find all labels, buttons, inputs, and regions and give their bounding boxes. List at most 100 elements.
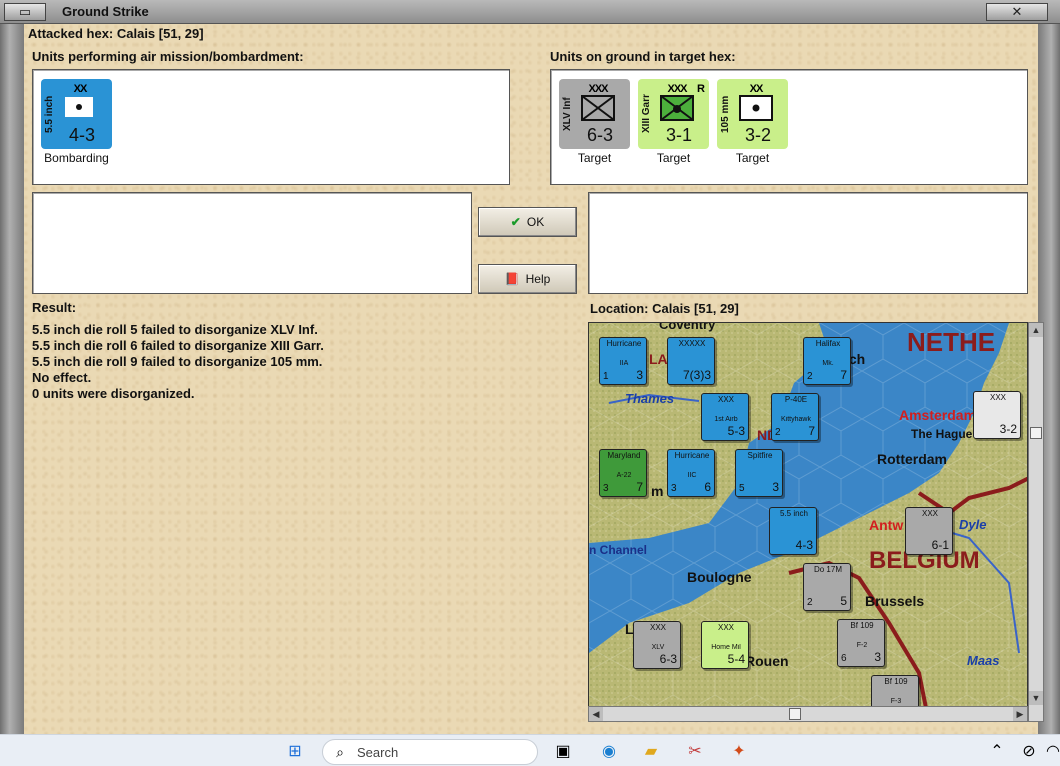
network-icon[interactable]: ⊘: [1018, 741, 1040, 763]
result-line: 5.5 inch die roll 9 failed to disorganiz…: [32, 354, 323, 369]
unit-tag: R: [697, 83, 705, 95]
horizontal-scroll-thumb[interactable]: [789, 708, 801, 720]
map-vertical-scrollbar[interactable]: ▲ ▼: [1028, 322, 1044, 722]
counter-top: XXX: [989, 393, 1006, 402]
counter-top: XXX: [649, 623, 666, 632]
counter-sub: Home Mil: [711, 644, 741, 651]
map-view[interactable]: NETHE Amsterdam The Hague Rotterdam Tham…: [588, 322, 1028, 722]
map-label-coventry: Coventry: [659, 322, 716, 332]
result-line: No effect.: [32, 370, 92, 385]
dutch-counter[interactable]: XXX 3-2: [973, 391, 1021, 439]
result-line: 0 units were disorganized.: [32, 386, 195, 401]
counter-sub: F-2: [856, 642, 868, 649]
counter-br: 3-2: [999, 422, 1017, 436]
do17-counter[interactable]: Do 17M 2 5: [803, 563, 851, 611]
wifi-icon[interactable]: ◠: [1042, 741, 1060, 763]
infantry-icon: [581, 95, 615, 121]
scroll-left-icon[interactable]: ◀: [589, 707, 603, 721]
map-label-rotterdam: Rotterdam: [877, 451, 948, 467]
unit-values: 6-3: [586, 125, 613, 145]
unit-values: 3-1: [665, 125, 692, 145]
taskbar: ⊞ ⌕ Search ▣ ◉ ▰ ✂ ✦ ⌃ ⊘ ◠: [0, 734, 1060, 766]
maryland-counter[interactable]: Maryland A-22 3 7: [599, 449, 647, 497]
bombard-counter[interactable]: 5.5 inch 4-3: [769, 507, 817, 555]
windows-start-icon[interactable]: ⊞: [284, 741, 306, 763]
title-bar[interactable]: ▭ Ground Strike ✕: [0, 0, 1060, 24]
army-counter[interactable]: XXXXX 7(3)3: [667, 337, 715, 385]
counter-sub: IIA: [619, 360, 629, 367]
map-label-antwerp: Antw: [869, 517, 904, 533]
game-app-icon[interactable]: ✦: [728, 741, 750, 763]
counter-top: Do 17M: [813, 565, 842, 574]
ground-unit-xlv-inf[interactable]: XLV Inf XXX 6-3 Target: [559, 79, 630, 165]
counter-sub: IIC: [687, 472, 697, 479]
counter-top: 5.5 inch: [779, 509, 809, 518]
task-view-icon[interactable]: ▣: [552, 741, 574, 763]
air-unit-counter[interactable]: 5.5 inch XX 4-3 Bombarding: [41, 79, 112, 165]
unit-size: XXX: [667, 83, 687, 95]
counter-br: 7: [840, 368, 847, 382]
counter-br: 3: [772, 480, 779, 494]
taskbar-search[interactable]: ⌕ Search: [322, 739, 538, 765]
air-unit-status: Bombarding: [44, 151, 109, 165]
counter-br: 5: [840, 594, 847, 608]
counter-bl: 2: [775, 427, 781, 438]
counter-sub: XLV: [651, 644, 665, 651]
counter-top: XXXXX: [678, 339, 706, 348]
spitfire-counter[interactable]: Spitfire 5 3: [735, 449, 783, 497]
file-explorer-icon[interactable]: ▰: [640, 741, 662, 763]
map-label-channel: n Channel: [589, 543, 648, 557]
dialog-content: Attacked hex: Calais [51, 29] Units perf…: [24, 24, 1044, 734]
counter-top: Hurricane: [674, 451, 710, 460]
bf109-f2-counter[interactable]: Bf 109 F-2 6 3: [837, 619, 885, 667]
window-menu-button[interactable]: ▭: [4, 3, 46, 21]
counter-top: Bf 109: [850, 621, 874, 630]
counter-br: 5-4: [727, 652, 745, 666]
air-unit-size: XX: [73, 83, 88, 95]
counter-br: 3: [874, 650, 881, 664]
unit-size: XXX: [588, 83, 608, 95]
counter-sub: A-22: [616, 472, 632, 479]
home-mil-counter[interactable]: XXX Home Mil 5-4: [701, 621, 749, 669]
hurricane-iic-counter[interactable]: Hurricane IIC 3 6: [667, 449, 715, 497]
chevron-up-icon[interactable]: ⌃: [986, 741, 1008, 763]
close-icon: ✕: [1011, 4, 1023, 19]
halifax-counter[interactable]: Halifax Mk. 2 7: [803, 337, 851, 385]
window-title: Ground Strike: [62, 4, 149, 19]
map-label-dyle: Dyle: [959, 517, 987, 532]
help-book-icon: 📕: [504, 272, 520, 286]
airborne-counter[interactable]: XXX 1st Airb 5-3: [701, 393, 749, 441]
ok-button[interactable]: ✔ OK: [478, 207, 577, 237]
german-corps-counter[interactable]: XXX 6-1: [905, 507, 953, 555]
map-label-brussels: Brussels: [865, 593, 925, 609]
snipping-tool-icon[interactable]: ✂: [684, 741, 706, 763]
artillery-icon: [739, 95, 773, 121]
xlv-counter[interactable]: XXX XLV 6-3: [633, 621, 681, 669]
vertical-scroll-thumb[interactable]: [1030, 427, 1042, 439]
counter-sub: Kittyhawk: [781, 416, 811, 423]
unit-size: XX: [749, 83, 764, 95]
search-text: Search: [357, 745, 399, 760]
edge-browser-icon[interactable]: ◉: [598, 741, 620, 763]
kittyhawk-counter[interactable]: P-40E Kittyhawk 2 7: [771, 393, 819, 441]
counter-top: Maryland: [607, 451, 641, 460]
counter-top: Spitfire: [747, 451, 773, 460]
counter-bl: 3: [671, 483, 677, 494]
scroll-down-icon[interactable]: ▼: [1029, 691, 1043, 705]
map-horizontal-scrollbar[interactable]: ◀ ▶: [588, 706, 1028, 722]
ground-unit-xiii-garr[interactable]: XIII Garr XXX R 3-1 Target: [638, 79, 709, 165]
counter-bl: 3: [603, 483, 609, 494]
artillery-icon: [65, 97, 93, 117]
help-button[interactable]: 📕 Help: [478, 264, 577, 294]
counter-bl: 5: [739, 483, 745, 494]
counter-sub: Mk.: [822, 360, 834, 367]
ground-unit-105mm[interactable]: 105 mm XX 3-2 Target: [717, 79, 788, 165]
close-button[interactable]: ✕: [986, 3, 1048, 21]
search-icon: ⌕: [336, 744, 344, 760]
scroll-right-icon[interactable]: ▶: [1013, 707, 1027, 721]
counter-top: XXX: [717, 395, 734, 404]
hurricane-counter[interactable]: Hurricane IIA 1 3: [599, 337, 647, 385]
scroll-up-icon[interactable]: ▲: [1029, 323, 1043, 337]
air-units-label: Units performing air mission/bombardment…: [32, 49, 304, 64]
air-units-panel: 5.5 inch XX 4-3 Bombarding: [32, 69, 510, 185]
